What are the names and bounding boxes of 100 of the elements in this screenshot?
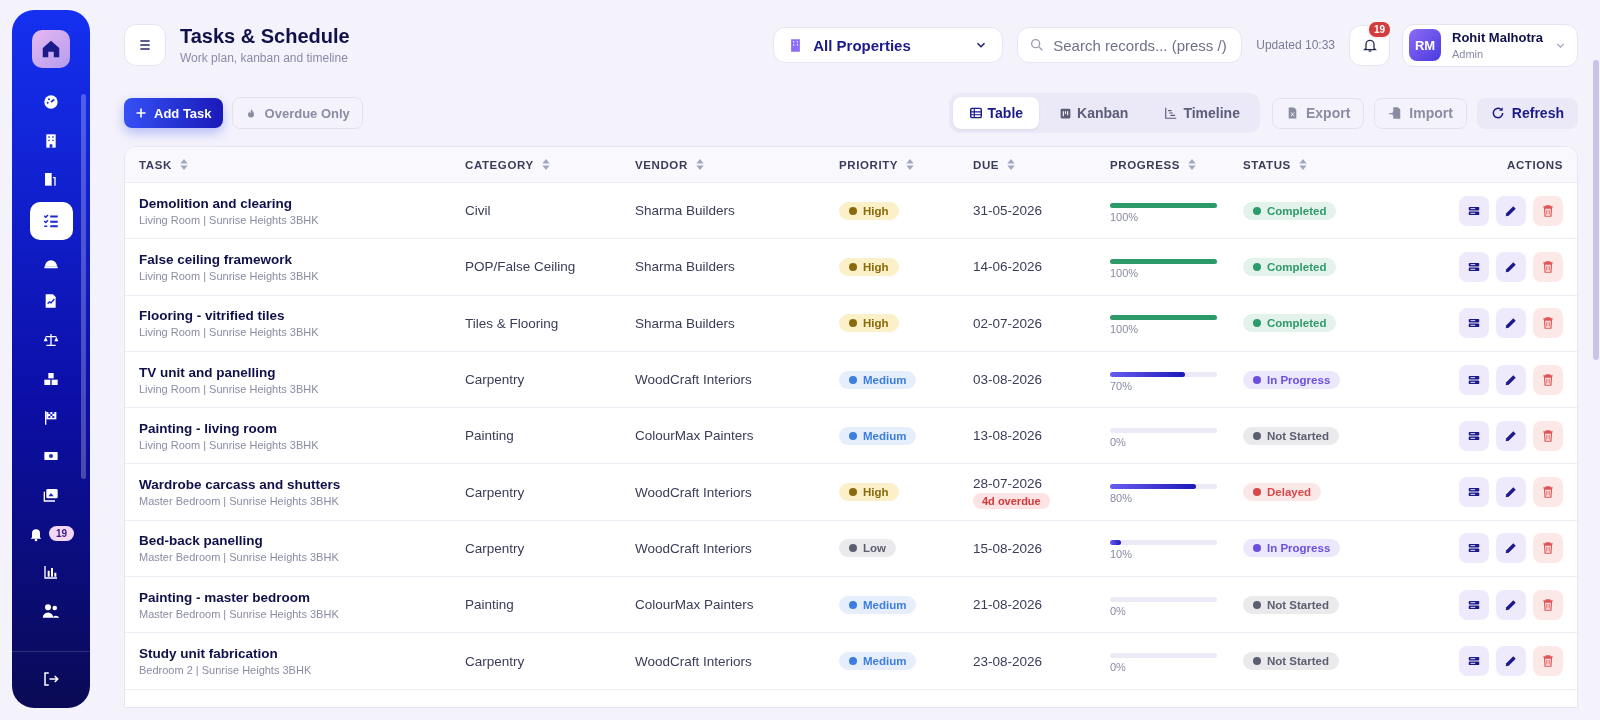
task-name[interactable]: Painting - living room [139, 420, 277, 436]
table-cell: Sharma Builders [635, 315, 735, 331]
sidebar-item[interactable]: 19 [29, 517, 73, 550]
property-select[interactable]: All Properties [773, 27, 1004, 63]
delete-button[interactable] [1533, 477, 1563, 508]
status-tag: Completed [1243, 257, 1337, 276]
view-button[interactable] [1459, 646, 1489, 676]
column-header[interactable]: VENDOR [635, 158, 704, 171]
notification-count: 19 [1366, 19, 1392, 39]
delete-button[interactable] [1533, 195, 1563, 226]
edit-button[interactable] [1496, 646, 1526, 676]
edit-button[interactable] [1496, 364, 1526, 395]
sidebar-item[interactable] [29, 202, 73, 241]
pencil-icon [1504, 485, 1518, 500]
delete-button[interactable] [1533, 420, 1563, 451]
edit-button[interactable] [1496, 420, 1526, 451]
page-scrollbar[interactable] [1593, 60, 1599, 360]
view-button[interactable] [1459, 364, 1489, 395]
due-date: 14-06-2026 [973, 259, 1043, 275]
task-location: Living Room | Sunrise Heights 3BHK [139, 326, 319, 339]
progress-value: 0% [1110, 604, 1126, 617]
task-location: Living Room | Sunrise Heights 3BHK [139, 213, 319, 226]
task-name[interactable]: Bed-back panelling [139, 533, 263, 549]
delete-button[interactable] [1533, 251, 1563, 282]
plus-icon [135, 107, 147, 119]
view-button[interactable] [1459, 589, 1489, 620]
task-name[interactable]: Study unit fabrication [139, 646, 278, 661]
edit-button[interactable] [1496, 195, 1526, 226]
table-cell: Tiles & Flooring [465, 315, 559, 331]
edit-button[interactable] [1496, 589, 1526, 620]
flag-icon [43, 409, 59, 426]
delete-button[interactable] [1533, 533, 1563, 564]
delete-button[interactable] [1533, 589, 1563, 620]
table-cell: POP/False Ceiling [465, 259, 576, 275]
column-header[interactable]: PROGRESS [1110, 158, 1196, 171]
status-tag: Completed [1243, 314, 1337, 333]
refresh-icon [1490, 106, 1505, 120]
task-name[interactable]: TV unit and panelling [139, 364, 276, 380]
view-button[interactable] [1459, 251, 1489, 282]
edit-button[interactable] [1496, 533, 1526, 564]
gauge-icon [43, 94, 59, 110]
task-location: Master Bedroom | Sunrise Heights 3BHK [139, 607, 339, 620]
due-date: 31-05-2026 [973, 203, 1043, 219]
view-button[interactable] [1459, 195, 1489, 226]
edit-button[interactable] [1496, 308, 1526, 339]
refresh-button[interactable]: Refresh [1476, 97, 1578, 129]
table-cell: Sharma Builders [635, 203, 735, 219]
status-tag: Completed [1243, 201, 1337, 220]
sort-icon [1007, 159, 1016, 170]
table-cell: Carpentry [465, 372, 525, 388]
trash-icon [1541, 485, 1555, 500]
add-task-button[interactable]: Add Task [124, 98, 223, 128]
menu-button[interactable] [124, 24, 166, 66]
task-name[interactable]: Painting - master bedroom [139, 589, 311, 605]
logout-button[interactable] [42, 670, 60, 688]
priority-tag: Medium [839, 426, 917, 445]
column-header[interactable]: PRIORITY [839, 158, 915, 171]
progress-value: 100% [1110, 323, 1139, 336]
view-button[interactable] [1459, 533, 1489, 564]
app-logo[interactable] [32, 30, 70, 68]
view-button[interactable] [1459, 477, 1489, 508]
view-button[interactable] [1459, 420, 1489, 451]
progress-value: 80% [1110, 492, 1133, 505]
delete-button[interactable] [1533, 308, 1563, 339]
progress-value: 10% [1110, 548, 1133, 561]
trash-icon [1541, 316, 1555, 331]
task-name[interactable]: False ceiling framework [139, 251, 293, 267]
column-header[interactable]: DUE [973, 158, 1016, 171]
delete-button[interactable] [1533, 364, 1563, 395]
view-tab[interactable]: Timeline [1148, 97, 1256, 129]
images-icon [43, 486, 59, 503]
table-cell: WoodCraft Interiors [635, 540, 752, 556]
file-import-icon [1388, 106, 1403, 120]
task-name[interactable]: Demolition and clearing [139, 195, 293, 211]
column-header[interactable]: TASK [139, 158, 188, 171]
priority-tag: High [839, 257, 899, 276]
menu-icon [137, 37, 153, 53]
edit-button[interactable] [1496, 477, 1526, 508]
details-icon [1467, 654, 1481, 668]
search-field[interactable]: Search records... (press /) [1017, 27, 1243, 63]
task-name[interactable]: Wardrobe carcass and shutters [139, 477, 341, 493]
column-header[interactable]: CATEGORY [465, 158, 550, 171]
view-tab[interactable]: Table [952, 97, 1040, 129]
column-header[interactable]: STATUS [1243, 158, 1307, 171]
task-name[interactable]: Flooring - vitrified tiles [139, 308, 285, 324]
sort-icon [179, 159, 188, 170]
pencil-icon [1504, 597, 1518, 612]
user-menu[interactable]: RM Rohit Malhotra Admin [1402, 23, 1578, 67]
status-tag: Not Started [1243, 595, 1339, 614]
sidebar-scrollbar[interactable] [81, 94, 86, 479]
delete-button[interactable] [1533, 646, 1563, 676]
boxes-icon [43, 370, 59, 387]
view-button[interactable] [1459, 308, 1489, 339]
due-date: 15-08-2026 [973, 540, 1043, 556]
priority-tag: Medium [839, 595, 917, 614]
view-tab[interactable]: Kanban [1043, 97, 1145, 129]
edit-button[interactable] [1496, 251, 1526, 282]
table-cell: ColourMax Painters [635, 597, 754, 613]
priority-tag: Medium [839, 652, 917, 670]
bar-chart-icon [43, 564, 59, 581]
